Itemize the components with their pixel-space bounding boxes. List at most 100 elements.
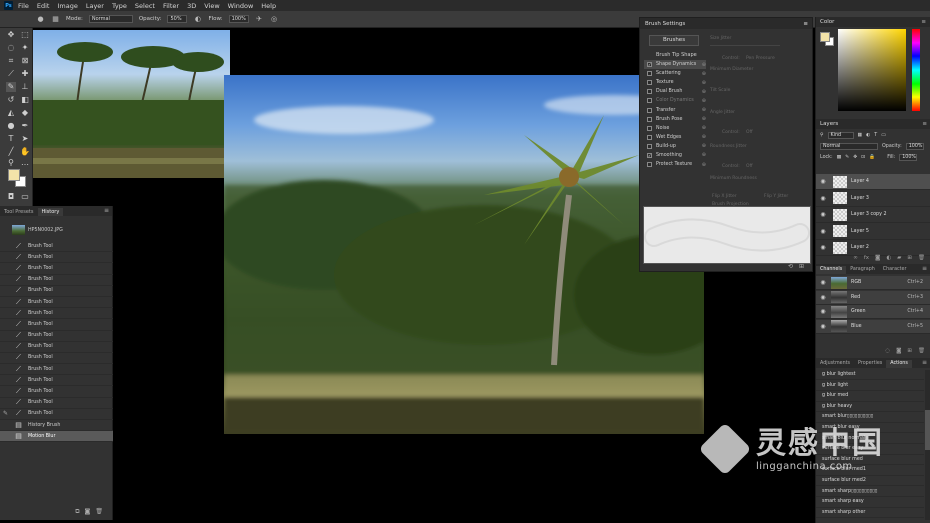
pressure-opacity-icon[interactable]: ◐ bbox=[193, 15, 202, 24]
trash-icon[interactable]: 🗑 bbox=[95, 508, 103, 518]
checkbox[interactable]: ✓ bbox=[647, 62, 652, 68]
quick-mask-icon[interactable]: ◘ bbox=[6, 192, 16, 202]
checkbox[interactable]: ✓ bbox=[647, 152, 652, 158]
brush-setting-dual-brush[interactable]: Dual Brush ⊕ bbox=[644, 87, 706, 96]
history-state[interactable]: ▤ History Brush bbox=[0, 420, 113, 432]
brush-setting-build-up[interactable]: Build-up ⊕ bbox=[644, 142, 706, 151]
flip-x-jitter-checkbox[interactable]: Flip X Jitter bbox=[712, 194, 737, 199]
channel-row[interactable]: ◉ Green Ctrl+4 bbox=[816, 305, 930, 319]
lock-icon[interactable]: ⊕ bbox=[702, 152, 706, 158]
brush-tip-shape-item[interactable]: Brush Tip Shape bbox=[644, 51, 706, 60]
tab-actions[interactable]: Actions bbox=[886, 360, 912, 368]
eyedropper-tool-icon[interactable]: ⟋ bbox=[6, 69, 16, 79]
history-state[interactable]: ⟋ Brush Tool bbox=[0, 398, 113, 409]
menu-3d[interactable]: 3D bbox=[187, 2, 196, 10]
control-select[interactable]: Pen Pressure bbox=[746, 56, 775, 61]
filter-shape-icon[interactable]: ▭ bbox=[881, 133, 886, 138]
new-document-from-state-icon[interactable]: ⧉ bbox=[75, 508, 79, 518]
history-state[interactable]: ⟋ Brush Tool bbox=[0, 364, 113, 376]
menu-file[interactable]: File bbox=[18, 2, 29, 10]
action-item[interactable]: g blur light bbox=[816, 381, 924, 391]
checkbox[interactable] bbox=[647, 71, 652, 77]
add-mask-icon[interactable]: ◙ bbox=[875, 255, 880, 261]
layer-name[interactable]: Layer 2 bbox=[851, 245, 869, 250]
history-state[interactable]: ⟋ Brush Tool bbox=[0, 331, 113, 342]
lock-icon[interactable]: ⊕ bbox=[702, 134, 706, 140]
flip-y-jitter-checkbox[interactable]: Flip Y Jitter bbox=[764, 194, 788, 199]
layer-name[interactable]: Layer 4 bbox=[851, 179, 869, 184]
actions-scrollbar-thumb[interactable] bbox=[925, 410, 930, 450]
lock-icon[interactable]: ⊕ bbox=[702, 162, 706, 168]
brush-setting-scattering[interactable]: Scattering ⊕ bbox=[644, 69, 706, 78]
history-brush-source-icon[interactable]: ✎ bbox=[3, 410, 8, 417]
pressure-size-icon[interactable]: ◎ bbox=[270, 15, 279, 24]
foreground-color-swatch[interactable] bbox=[8, 169, 20, 181]
brush-setting-smoothing[interactable]: ✓ Smoothing ⊕ bbox=[644, 151, 706, 160]
lock-icon[interactable]: ⊕ bbox=[702, 143, 706, 149]
history-state[interactable]: ▤ Motion Blur bbox=[0, 431, 113, 443]
stamp-tool-icon[interactable]: ⊥ bbox=[20, 82, 30, 92]
action-item[interactable]: g blur lightest bbox=[816, 370, 924, 381]
checkbox[interactable] bbox=[647, 89, 652, 95]
history-state[interactable]: ⟋ Brush Tool bbox=[0, 342, 113, 353]
history-brush-tool-icon[interactable]: ↺ bbox=[6, 95, 16, 105]
marquee-tool-icon[interactable]: ⬚ bbox=[20, 30, 30, 40]
brush-setting-shape-dynamics[interactable]: ✓ Shape Dynamics ⊕ bbox=[644, 60, 706, 70]
blur-tool-icon[interactable]: ◆ bbox=[20, 108, 30, 118]
hue-slider[interactable] bbox=[912, 29, 920, 111]
layer-row[interactable]: ◉ Layer 4 bbox=[816, 174, 930, 190]
history-state[interactable]: ⟋ Brush Tool bbox=[0, 386, 113, 398]
history-state[interactable]: ✎ ⟋ Brush Tool bbox=[0, 409, 113, 420]
lock-pixels-icon[interactable]: ▩ bbox=[837, 155, 842, 160]
checkbox[interactable] bbox=[647, 107, 652, 113]
history-state[interactable]: ⟋ Brush Tool bbox=[0, 375, 113, 387]
menu-window[interactable]: Window bbox=[228, 2, 254, 10]
checkbox[interactable] bbox=[647, 134, 652, 140]
menu-type[interactable]: Type bbox=[112, 2, 127, 10]
fill-field[interactable]: 100% bbox=[899, 154, 918, 161]
checkbox[interactable] bbox=[647, 98, 652, 104]
channel-row[interactable]: ◉ Blue Ctrl+5 bbox=[816, 319, 930, 334]
line-tool-icon[interactable]: ╱ bbox=[6, 147, 16, 157]
lasso-tool-icon[interactable]: ◌ bbox=[6, 43, 16, 53]
new-brush-icon[interactable]: ⊞ bbox=[799, 263, 804, 270]
lock-all-icon[interactable]: 🔒 bbox=[869, 155, 875, 160]
layer-row[interactable]: ◉ Layer 3 copy 2 bbox=[816, 207, 930, 223]
layer-name[interactable]: Layer 3 copy 2 bbox=[851, 212, 887, 217]
panel-menu-icon[interactable]: ≡ bbox=[104, 207, 109, 214]
brush-setting-wet-edges[interactable]: Wet Edges ⊕ bbox=[644, 133, 706, 142]
visibility-eye-icon[interactable]: ◉ bbox=[818, 178, 828, 185]
history-state[interactable]: ⟋ Brush Tool bbox=[0, 319, 113, 331]
channel-row[interactable]: ◉ Red Ctrl+3 bbox=[816, 290, 930, 305]
tab-adjustments[interactable]: Adjustments bbox=[816, 360, 854, 368]
magic-wand-tool-icon[interactable]: ✦ bbox=[20, 43, 30, 53]
menu-filter[interactable]: Filter bbox=[163, 2, 179, 10]
history-state[interactable]: ⟋ Brush Tool bbox=[0, 252, 113, 264]
crop-tool-icon[interactable]: ⌗ bbox=[6, 56, 16, 66]
checkbox[interactable] bbox=[647, 143, 652, 149]
layer-row[interactable]: ◉ Layer 5 bbox=[816, 224, 930, 240]
brushes-button[interactable]: Brushes bbox=[649, 35, 699, 46]
tab-properties[interactable]: Properties bbox=[854, 360, 886, 368]
flow-field[interactable]: 100% bbox=[228, 15, 249, 23]
visibility-eye-icon[interactable]: ◉ bbox=[818, 323, 828, 330]
color-foreground-swatch[interactable] bbox=[820, 32, 830, 42]
path-select-tool-icon[interactable]: ➤ bbox=[20, 134, 30, 144]
checkbox[interactable] bbox=[647, 80, 652, 86]
load-selection-icon[interactable]: ◌ bbox=[885, 348, 890, 354]
lock-icon[interactable]: ⊕ bbox=[702, 71, 706, 77]
color-picker-field[interactable] bbox=[838, 29, 906, 111]
opacity-field[interactable]: 50% bbox=[167, 15, 188, 23]
panel-menu-icon[interactable]: ≡ bbox=[922, 265, 927, 272]
panel-menu-icon[interactable]: ≡ bbox=[921, 17, 926, 27]
move-tool-icon[interactable]: ✥ bbox=[6, 30, 16, 40]
new-group-icon[interactable]: ▰ bbox=[897, 255, 901, 261]
brush-setting-texture[interactable]: Texture ⊕ bbox=[644, 78, 706, 87]
layer-opacity-field[interactable]: 100% bbox=[905, 143, 924, 150]
history-state[interactable]: ⟋ Brush Tool bbox=[0, 297, 113, 309]
lock-icon[interactable]: ⊕ bbox=[702, 116, 706, 122]
history-state[interactable]: ⟋ Brush Tool bbox=[0, 263, 113, 275]
menu-layer[interactable]: Layer bbox=[86, 2, 104, 10]
panel-menu-icon[interactable]: ≡ bbox=[803, 21, 808, 27]
lock-icon[interactable]: ⊕ bbox=[702, 98, 706, 104]
